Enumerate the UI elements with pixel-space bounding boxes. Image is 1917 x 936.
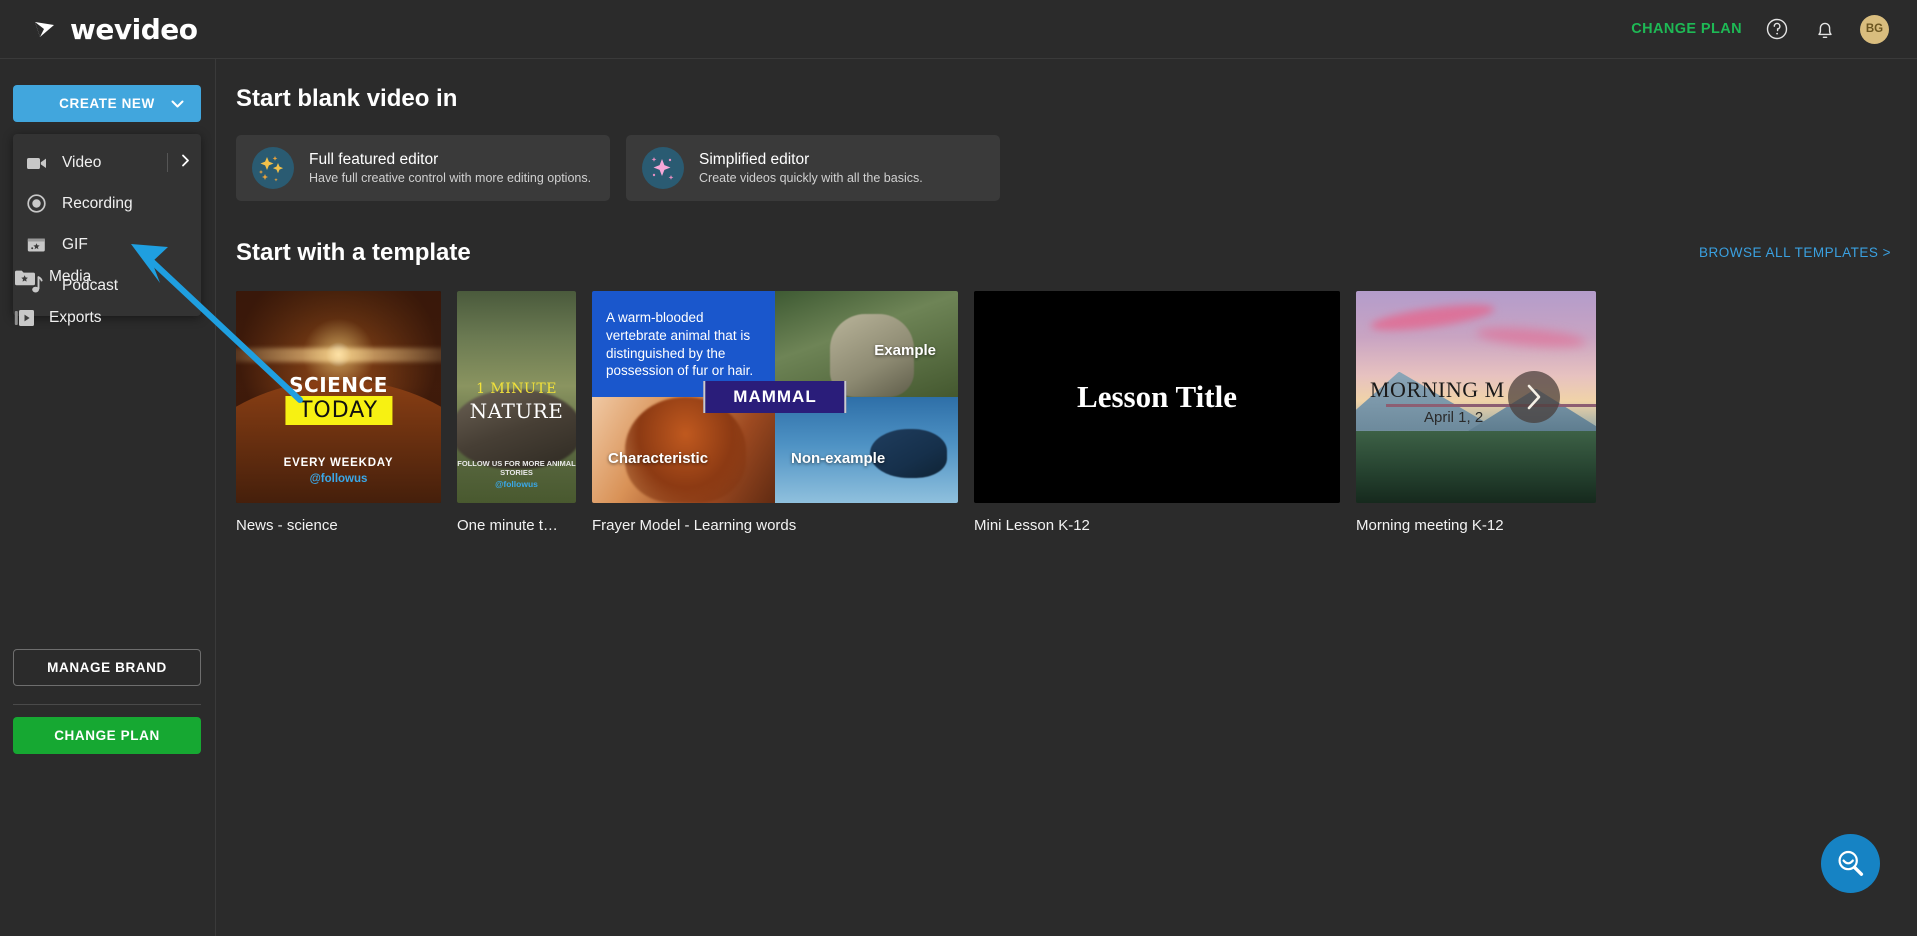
thumb-date: April 1, 2 — [1424, 409, 1484, 426]
divider — [167, 153, 168, 172]
manage-brand-button[interactable]: MANAGE BRAND — [13, 649, 201, 686]
sidebar-label-exports: Exports — [49, 309, 102, 326]
simplified-editor-card[interactable]: Simplified editor Create videos quickly … — [626, 135, 1000, 201]
dropdown-label-gif: GIF — [62, 235, 88, 253]
main-content: Start blank video in Full featured edito… — [216, 59, 1917, 936]
full-featured-editor-subtitle: Have full creative control with more edi… — [309, 171, 592, 185]
wevideo-play-mark-icon — [32, 16, 58, 42]
avatar[interactable]: BG — [1860, 14, 1889, 44]
brand-name: wevideo — [70, 12, 198, 46]
sun-flare — [236, 347, 441, 362]
thumb-line3: EVERY WEEKDAY — [283, 457, 394, 469]
change-plan-link[interactable]: CHANGE PLAN — [1631, 21, 1742, 37]
template-thumbnail[interactable]: SCIENCE TODAY EVERY WEEKDAY @followus — [236, 291, 441, 503]
search-smile-icon — [1837, 850, 1863, 876]
thumb-line1: 1 MINUTE — [476, 381, 557, 397]
forest-shape — [1356, 430, 1596, 503]
carousel-next-button[interactable] — [1508, 371, 1560, 423]
top-bar-actions: CHANGE PLAN BG — [1631, 14, 1889, 44]
simplified-editor-text: Simplified editor Create videos quickly … — [699, 151, 923, 185]
bell-icon[interactable] — [1812, 16, 1838, 42]
template-thumbnail[interactable]: MORNING M April 1, 2 — [1356, 291, 1596, 503]
folder-star-icon — [14, 269, 40, 286]
chevron-right-icon[interactable] — [181, 154, 190, 172]
simplified-editor-title: Simplified editor — [699, 151, 810, 168]
full-featured-editor-card[interactable]: Full featured editor Have full creative … — [236, 135, 610, 201]
dropdown-label-recording: Recording — [62, 194, 133, 212]
editor-cards: Full featured editor Have full creative … — [236, 135, 1000, 201]
export-play-icon — [14, 309, 40, 327]
sparkle-icon — [642, 147, 684, 189]
thumb-title: MORNING M — [1370, 377, 1505, 402]
video-camera-icon — [27, 156, 53, 170]
full-featured-editor-text: Full featured editor Have full creative … — [309, 151, 591, 185]
thumb-definition: A warm-blooded vertebrate animal that is… — [606, 310, 754, 379]
gif-clapper-icon — [27, 236, 53, 253]
dropdown-label-video: Video — [62, 153, 102, 171]
top-bar: wevideo CHANGE PLAN BG — [0, 0, 1917, 59]
sparkles-icon — [252, 147, 294, 189]
thumb-handle: @followus — [309, 473, 368, 485]
template-heading: Start with a template — [236, 239, 471, 266]
thumb-line3: FOLLOW US FOR MORE ANIMAL STORIES — [457, 459, 576, 478]
sidebar-divider — [13, 704, 201, 705]
template-card-morning-meeting[interactable]: MORNING M April 1, 2 Morning meeting K-1… — [1356, 291, 1596, 534]
create-new-label: CREATE NEW — [59, 96, 155, 111]
help-circle-icon[interactable] — [1764, 16, 1790, 42]
create-new-button[interactable]: CREATE NEW — [13, 85, 201, 122]
thumb-non-example-label: Non-example — [791, 450, 886, 467]
template-thumbnail[interactable]: Lesson Title — [974, 291, 1340, 503]
thumb-line2: NATURE — [469, 399, 564, 423]
change-plan-button[interactable]: CHANGE PLAN — [13, 717, 201, 754]
template-thumbnail[interactable]: A warm-blooded vertebrate animal that is… — [592, 291, 958, 503]
template-caption: One minute t… — [457, 517, 558, 534]
thumb-line1: SCIENCE — [289, 373, 388, 397]
chevron-right-icon — [1527, 384, 1541, 410]
dropdown-item-recording[interactable]: Recording — [13, 183, 201, 224]
title-underline — [1386, 404, 1596, 407]
template-caption: Mini Lesson K-12 — [974, 517, 1090, 534]
thumb-banner: MAMMAL — [703, 381, 847, 413]
record-circle-icon — [27, 194, 53, 213]
thumb-line2: TODAY — [284, 396, 393, 425]
template-card-frayer-model[interactable]: A warm-blooded vertebrate animal that is… — [592, 291, 958, 534]
template-caption: News - science — [236, 517, 338, 534]
simplified-editor-subtitle: Create videos quickly with all the basic… — [699, 171, 923, 185]
wevideo-dashboard: wevideo CHANGE PLAN BG CREATE NEW Video … — [0, 0, 1917, 936]
template-card-mini-lesson[interactable]: Lesson Title Mini Lesson K-12 — [974, 291, 1340, 534]
sidebar-label-media: Media — [49, 268, 92, 285]
thumb-characteristic-label: Characteristic — [608, 450, 709, 467]
sidebar-item-media[interactable]: Media — [0, 257, 216, 297]
template-card-news-science[interactable]: SCIENCE TODAY EVERY WEEKDAY @followus Ne… — [236, 291, 441, 534]
search-fab-button[interactable] — [1821, 834, 1880, 893]
sidebar: CREATE NEW Video Recording GIF Podcast M… — [0, 59, 216, 936]
template-caption: Morning meeting K-12 — [1356, 517, 1504, 534]
brand-logo[interactable]: wevideo — [32, 12, 198, 46]
template-card-one-minute[interactable]: 1 MINUTE NATURE FOLLOW US FOR MORE ANIMA… — [457, 291, 576, 534]
thumb-handle: @followus — [495, 479, 538, 489]
full-featured-editor-title: Full featured editor — [309, 151, 439, 168]
dropdown-item-video[interactable]: Video — [13, 142, 201, 183]
sidebar-item-exports[interactable]: Exports — [0, 298, 216, 338]
thumb-title: Lesson Title — [1077, 379, 1237, 414]
thumb-example-label: Example — [874, 342, 936, 359]
browse-all-templates-link[interactable]: BROWSE ALL TEMPLATES > — [1699, 245, 1891, 260]
chevron-down-icon — [171, 96, 184, 111]
template-thumbnail[interactable]: 1 MINUTE NATURE FOLLOW US FOR MORE ANIMA… — [457, 291, 576, 503]
template-caption: Frayer Model - Learning words — [592, 517, 797, 534]
blank-video-heading: Start blank video in — [236, 85, 458, 112]
template-carousel: SCIENCE TODAY EVERY WEEKDAY @followus Ne… — [236, 291, 1596, 534]
